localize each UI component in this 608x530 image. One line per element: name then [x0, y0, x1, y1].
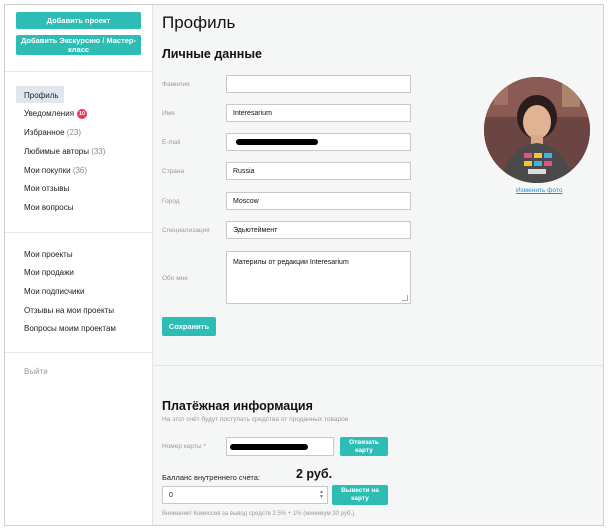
country-field[interactable]: Russia — [226, 162, 411, 180]
sidebar-item-subscribers[interactable]: Мои подписчики — [24, 287, 84, 296]
notifications-badge: 10 — [77, 109, 88, 119]
balance-label: Балланс внутреннего счета: — [162, 473, 261, 482]
add-project-button[interactable]: Добавить проект — [16, 12, 141, 29]
about-label: Обо мне — [162, 275, 188, 282]
sidebar-item-questions[interactable]: Мои вопросы — [24, 203, 73, 212]
unlink-card-button[interactable]: Отвязать карту — [340, 437, 388, 456]
sidebar-item-purchases[interactable]: Мои покупки (36) — [24, 166, 87, 175]
page-title: Профиль — [162, 13, 236, 32]
sidebar-item-reviews[interactable]: Мои отзывы — [24, 184, 69, 193]
sidebar-item-label: Мои подписчики — [24, 287, 85, 296]
sidebar: Добавить проект Добавить Экскурсию / Мас… — [5, 5, 153, 525]
lastname-label: Фамилия — [162, 81, 190, 88]
logout-link[interactable]: Выйти — [24, 367, 48, 376]
payment-subtitle: На этот счёт будут поступать средства от… — [162, 416, 349, 423]
save-button[interactable]: Сохранить — [162, 317, 216, 336]
redacted-email — [236, 139, 318, 145]
personal-data-heading: Личные данные — [162, 47, 262, 61]
sidebar-item-label: Мои продажи — [24, 268, 74, 277]
sidebar-divider — [5, 232, 153, 233]
sidebar-item-project-reviews[interactable]: Отзывы на мои проекты — [24, 306, 114, 315]
country-label: Страна — [162, 168, 185, 175]
sidebar-item-my-projects[interactable]: Мои проекты — [24, 250, 73, 259]
sidebar-item-label: Уведомления — [24, 109, 75, 119]
commission-note: Внимание! Комиссия за вывод средств 2.5%… — [162, 511, 356, 517]
sidebar-item-my-sales[interactable]: Мои продажи — [24, 268, 74, 277]
sidebar-divider — [5, 352, 153, 353]
sidebar-item-label: Мои вопросы — [24, 203, 74, 212]
sidebar-item-profile[interactable]: Профиль — [24, 91, 59, 100]
balance-value: 2 руб. — [296, 467, 333, 481]
authors-count: (33) — [91, 147, 106, 156]
email-label: E-mail — [162, 139, 181, 146]
card-number-label: Номер карты * — [162, 443, 206, 450]
purchases-count: (36) — [72, 166, 88, 175]
sidebar-item-label: Мои отзывы — [24, 184, 70, 193]
about-text: Материлы от редакции Interesarium — [233, 259, 349, 266]
section-divider — [154, 365, 603, 366]
sidebar-item-notifications[interactable]: Уведомления 10 — [24, 109, 88, 119]
avatar-photo — [484, 77, 590, 183]
withdraw-button[interactable]: Вывести на карту — [332, 485, 388, 505]
name-label: Имя — [162, 110, 175, 117]
city-field[interactable]: Moscow — [226, 192, 411, 210]
city-label: Город — [162, 198, 180, 205]
resize-handle[interactable] — [402, 295, 408, 301]
favorites-count: (23) — [66, 128, 82, 137]
sidebar-item-favorite-authors[interactable]: Любимые авторы (33) — [24, 147, 105, 156]
sidebar-item-label: Любимые авторы — [24, 147, 89, 156]
sidebar-item-label: Избранное — [24, 128, 65, 137]
main-content: Профиль Личные данные Фамилия Имя Intere… — [154, 5, 603, 525]
sidebar-item-label: Мои проекты — [24, 250, 73, 259]
redacted-card-number — [230, 444, 308, 450]
sidebar-item-label: Профиль — [24, 91, 59, 100]
change-photo-link[interactable]: Изменить фото — [516, 187, 562, 194]
specialization-label: Специализация — [162, 227, 210, 234]
sidebar-item-project-questions[interactable]: Вопросы моим проектам — [24, 324, 116, 333]
lastname-field[interactable] — [226, 75, 411, 93]
name-field[interactable]: Interesarium — [226, 104, 411, 122]
payment-heading: Платёжная информация — [162, 399, 313, 413]
sidebar-item-label: Мои покупки — [24, 166, 71, 175]
app-window: Добавить проект Добавить Экскурсию / Мас… — [4, 4, 604, 526]
withdraw-amount-input[interactable]: 0 ▲ ▼ — [162, 486, 328, 504]
specialization-field[interactable]: Эдьютеймент — [226, 221, 411, 239]
sidebar-divider — [5, 71, 153, 72]
stepper-icon[interactable]: ▲ ▼ — [319, 490, 324, 500]
about-textarea[interactable]: Материлы от редакции Interesarium — [226, 251, 411, 304]
sidebar-item-label: Отзывы на мои проекты — [24, 306, 114, 315]
sidebar-item-favorites[interactable]: Избранное (23) — [24, 128, 81, 137]
amount-value: 0 — [169, 491, 173, 499]
avatar — [484, 77, 590, 183]
add-excursion-button[interactable]: Добавить Экскурсию / Мастер-класс — [16, 35, 141, 55]
sidebar-item-label: Вопросы моим проектам — [24, 324, 116, 333]
